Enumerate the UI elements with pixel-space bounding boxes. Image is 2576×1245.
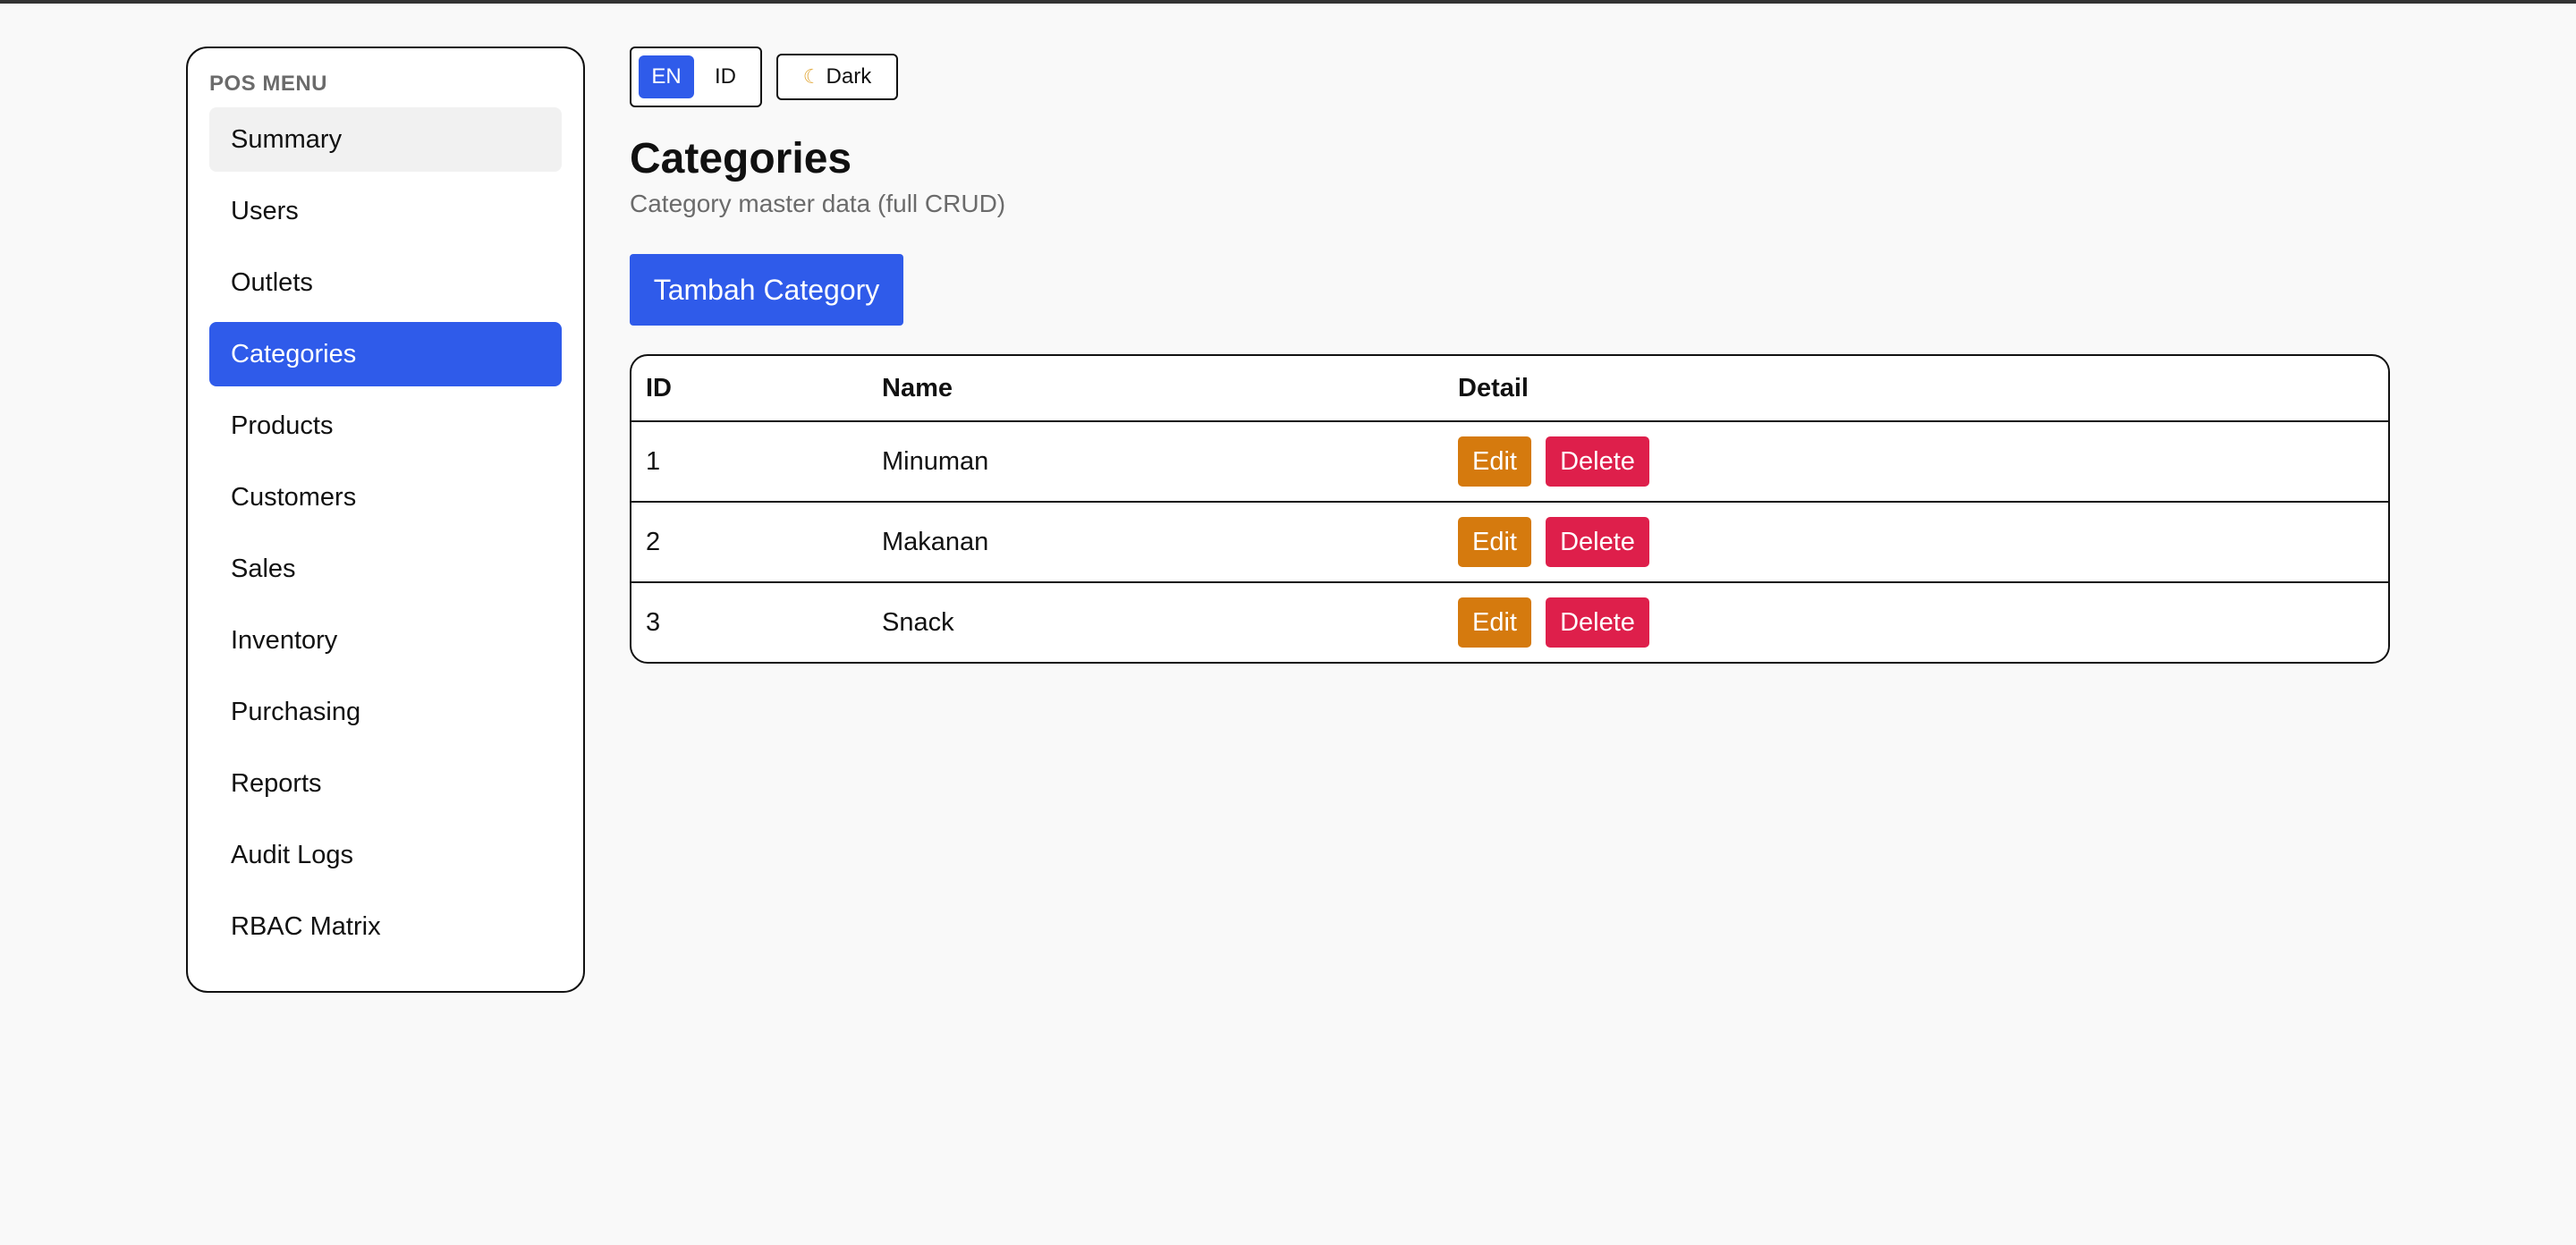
cell-detail: Edit Delete xyxy=(1444,502,2388,583)
sidebar-item-users[interactable]: Users xyxy=(209,179,562,243)
cell-name: Snack xyxy=(882,607,954,637)
sidebar-item-categories[interactable]: Categories xyxy=(209,322,562,386)
sidebar-item-rbac-matrix[interactable]: RBAC Matrix xyxy=(209,894,562,959)
cell-detail: Edit Delete xyxy=(1444,582,2388,662)
column-header-name: Name xyxy=(868,356,1444,422)
page-subtitle: Category master data (full CRUD) xyxy=(630,190,1006,217)
edit-button[interactable]: Edit xyxy=(1458,436,1531,487)
sidebar-item-inventory[interactable]: Inventory xyxy=(209,608,562,673)
cell-id: 3 xyxy=(646,607,661,637)
cell-name: Makanan xyxy=(868,502,1444,583)
cell-id: 2 xyxy=(631,502,868,583)
sidebar-item-outlets[interactable]: Outlets xyxy=(209,250,562,315)
language-toggle: EN ID xyxy=(630,47,762,107)
delete-button[interactable]: Delete xyxy=(1546,517,1649,567)
column-header-detail: Detail xyxy=(1444,356,2388,422)
sidebar-item-summary[interactable]: Summary xyxy=(209,107,562,172)
sidebar-item-reports[interactable]: Reports xyxy=(209,751,562,816)
cell-id: 1 xyxy=(631,421,868,503)
cell-name: Minuman xyxy=(868,421,1444,503)
dark-mode-label: Dark xyxy=(826,64,872,89)
column-header-id: ID xyxy=(631,356,868,422)
sidebar-item-audit-logs[interactable]: Audit Logs xyxy=(209,823,562,887)
top-border xyxy=(0,0,2576,4)
sidebar-nav: Summary Users Outlets Categories Product… xyxy=(209,107,562,959)
edit-button[interactable]: Edit xyxy=(1458,597,1531,648)
page-title: Categories xyxy=(630,135,852,182)
table-row: 1 Minuman Edit Delete xyxy=(631,421,2388,503)
delete-button[interactable]: Delete xyxy=(1546,436,1649,487)
sidebar-item-products[interactable]: Products xyxy=(209,394,562,458)
edit-button[interactable]: Edit xyxy=(1458,517,1531,567)
dark-mode-button[interactable]: ☾ Dark xyxy=(776,54,898,100)
moon-icon: ☾ xyxy=(802,65,821,88)
row-actions: Edit Delete xyxy=(1458,517,2374,567)
toolbar: EN ID ☾ Dark xyxy=(630,47,2390,107)
lang-id-button[interactable]: ID xyxy=(698,55,753,98)
sidebar-item-customers[interactable]: Customers xyxy=(209,465,562,529)
table-header-row: ID Name Detail xyxy=(631,356,2388,422)
add-category-button[interactable]: Tambah Category xyxy=(630,254,903,326)
table-row: 3 Snack Edit Delete xyxy=(631,582,2388,662)
categories-table: ID Name Detail 1 Minuman Edit Delete 2 M… xyxy=(630,354,2390,664)
row-actions: Edit Delete xyxy=(1458,597,2374,648)
cell-detail: Edit Delete xyxy=(1444,421,2388,503)
sidebar-item-sales[interactable]: Sales xyxy=(209,537,562,601)
sidebar-title: POS MENU xyxy=(209,72,328,96)
delete-button[interactable]: Delete xyxy=(1546,597,1649,648)
row-actions: Edit Delete xyxy=(1458,436,2374,487)
sidebar: POS MENU Summary Users Outlets Categorie… xyxy=(186,47,585,993)
main-content: EN ID ☾ Dark Categories Category master … xyxy=(630,47,2390,664)
lang-en-button[interactable]: EN xyxy=(639,55,694,98)
table-row: 2 Makanan Edit Delete xyxy=(631,502,2388,583)
sidebar-item-purchasing[interactable]: Purchasing xyxy=(209,680,562,744)
